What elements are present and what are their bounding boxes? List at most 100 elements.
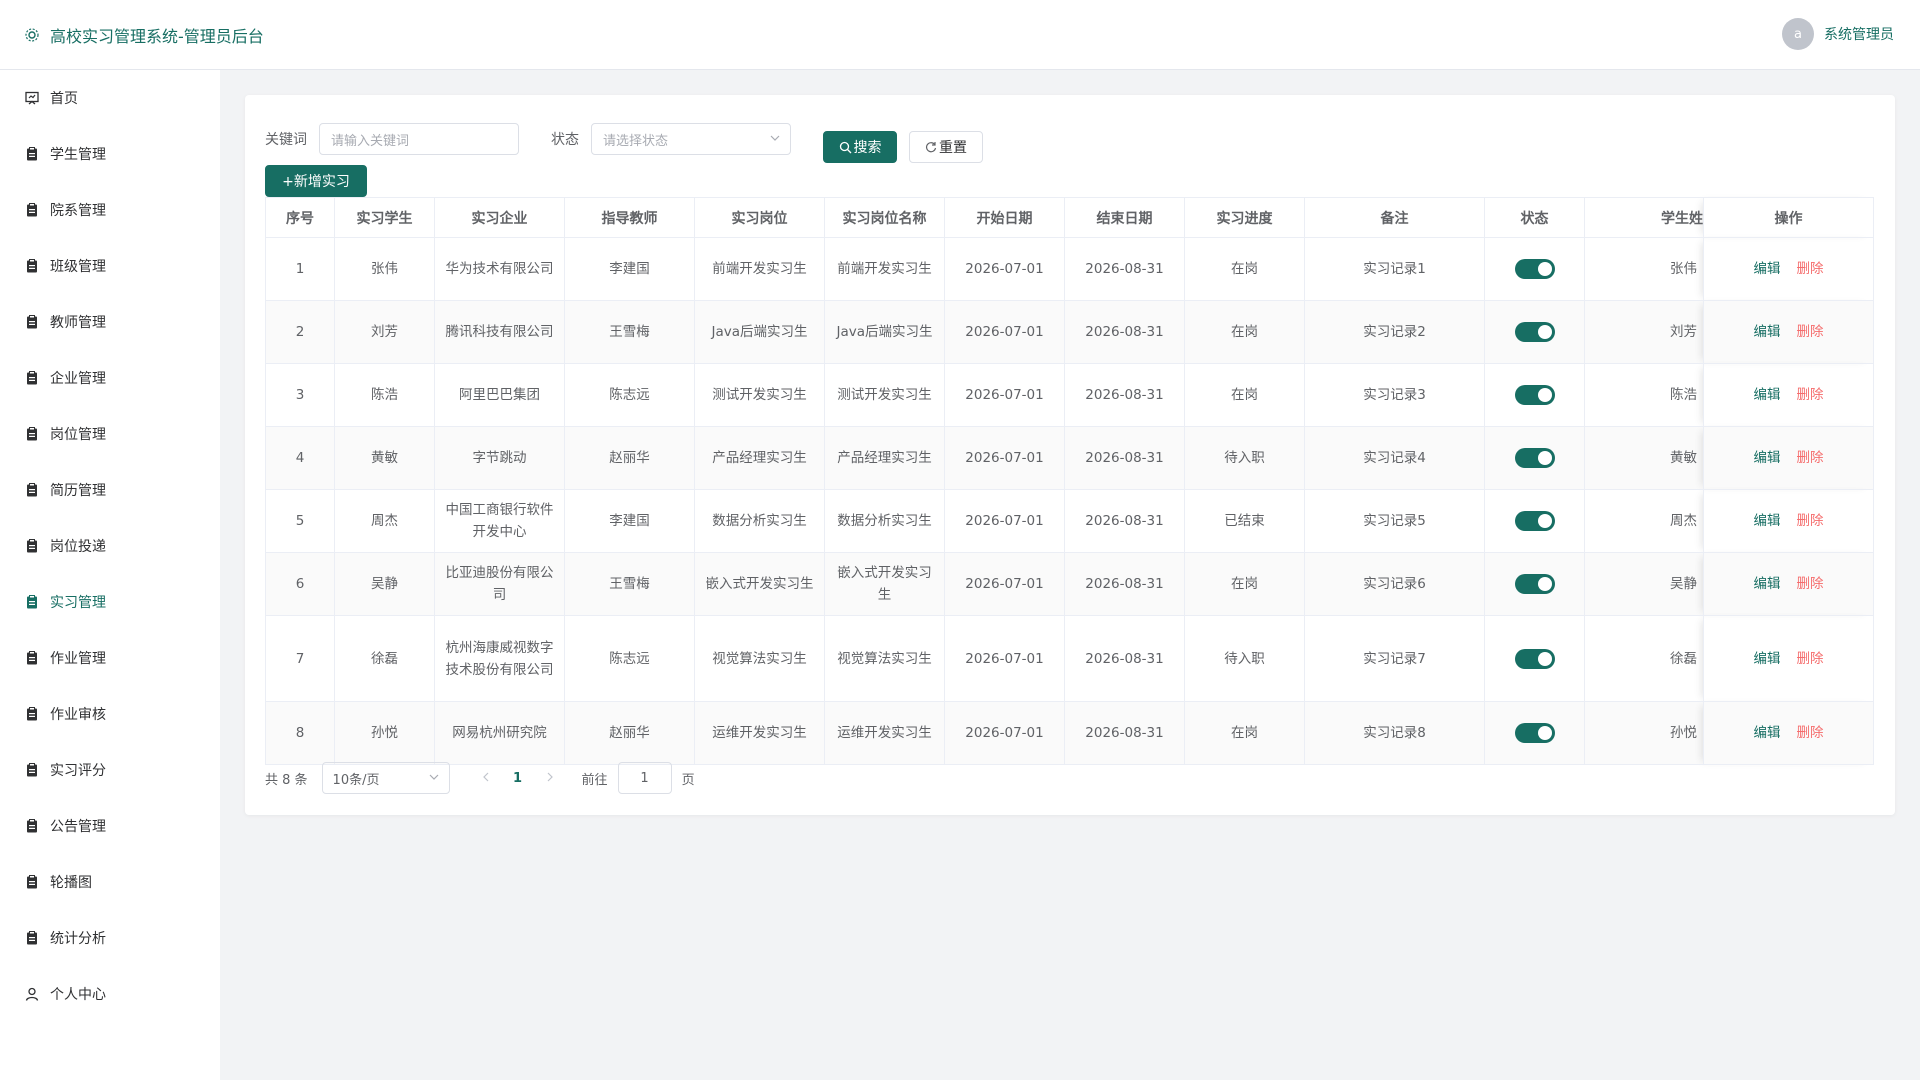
- cell-teacher: 赵丽华: [564, 426, 695, 490]
- main-card: 关键词 请输入关键词 状态 请选择状态 搜索 重置 +新增实习 序号 实习学生 实习…: [245, 95, 1895, 815]
- cell-start: 2026-07-01: [944, 300, 1065, 364]
- status-select-placeholder: 请选择状态: [603, 133, 669, 149]
- sidebar-item[interactable]: 轮播图: [0, 854, 220, 910]
- status-toggle[interactable]: [1514, 723, 1555, 743]
- cell-student-name: 刘芳: [1584, 300, 1704, 364]
- status-toggle[interactable]: [1514, 448, 1555, 468]
- sidebar-item[interactable]: 统计分析: [0, 910, 220, 966]
- status-select[interactable]: 请选择状态: [591, 123, 791, 155]
- cell-end: 2026-08-31: [1064, 615, 1185, 702]
- sidebar-item[interactable]: 学生管理: [0, 126, 220, 182]
- delete-button[interactable]: 删除: [1797, 324, 1824, 340]
- cell-student: 黄敏: [334, 426, 435, 490]
- sidebar-item[interactable]: 实习管理: [0, 574, 220, 630]
- status-toggle[interactable]: [1514, 322, 1555, 342]
- table-row: 8 孙悦 网易杭州研究院 赵丽华 运维开发实习生 运维开发实习生 2026-07-01 202…: [265, 701, 1874, 765]
- clipboard-icon: [24, 706, 40, 722]
- edit-button[interactable]: 编辑: [1754, 651, 1781, 667]
- app-title: 高校实习管理系统-管理员后台: [50, 26, 264, 46]
- cell-no: 2: [265, 300, 335, 364]
- sidebar-item-label: 统计分析: [50, 931, 106, 947]
- delete-button[interactable]: 删除: [1797, 513, 1824, 529]
- page-size-select[interactable]: 10条/页: [321, 762, 450, 794]
- status-toggle[interactable]: [1514, 511, 1555, 531]
- username[interactable]: 系统管理员: [1824, 24, 1894, 44]
- edit-button[interactable]: 编辑: [1754, 261, 1781, 277]
- sidebar-item[interactable]: 简历管理: [0, 462, 220, 518]
- cell-status: [1484, 615, 1585, 702]
- edit-button[interactable]: 编辑: [1754, 387, 1781, 403]
- column-header: 结束日期: [1064, 197, 1185, 238]
- status-toggle[interactable]: [1514, 259, 1555, 279]
- add-internship-button[interactable]: +新增实习: [265, 165, 367, 197]
- cell-no: 7: [265, 615, 335, 702]
- chevron-down-icon: [429, 771, 439, 786]
- edit-button[interactable]: 编辑: [1754, 324, 1781, 340]
- cell-progress: 在岗: [1184, 552, 1305, 616]
- page-number[interactable]: 1: [502, 762, 534, 794]
- delete-button[interactable]: 删除: [1797, 261, 1824, 277]
- sidebar-item[interactable]: 岗位投递: [0, 518, 220, 574]
- cell-position-name: 前端开发实习生: [824, 237, 945, 301]
- sidebar-item[interactable]: 班级管理: [0, 238, 220, 294]
- reset-button[interactable]: 重置: [909, 131, 983, 163]
- prev-page-button[interactable]: [470, 762, 502, 794]
- sidebar-item[interactable]: 作业管理: [0, 630, 220, 686]
- status-toggle[interactable]: [1514, 574, 1555, 594]
- cell-student-name: 黄敏: [1584, 426, 1704, 490]
- brand: 高校实习管理系统-管理员后台: [24, 23, 264, 47]
- cell-progress: 在岗: [1184, 237, 1305, 301]
- edit-button[interactable]: 编辑: [1754, 450, 1781, 466]
- next-page-button[interactable]: [534, 762, 566, 794]
- goto-page-input[interactable]: 1: [617, 762, 672, 794]
- chevron-down-icon: [770, 132, 780, 147]
- sidebar-item[interactable]: 企业管理: [0, 350, 220, 406]
- cell-start: 2026-07-01: [944, 701, 1065, 765]
- edit-button[interactable]: 编辑: [1754, 513, 1781, 529]
- clipboard-icon: [24, 650, 40, 666]
- cell-position: 产品经理实习生: [694, 426, 825, 490]
- sidebar-item[interactable]: 实习评分: [0, 742, 220, 798]
- delete-button[interactable]: 删除: [1797, 576, 1824, 592]
- internship-table: 序号 实习学生 实习企业 指导教师 实习岗位 实习岗位名称 开始日期 结束日期 实习进度 备注 状态…: [265, 197, 1874, 765]
- cell-no: 6: [265, 552, 335, 616]
- status-toggle[interactable]: [1514, 385, 1555, 405]
- delete-button[interactable]: 删除: [1797, 450, 1824, 466]
- keyword-input[interactable]: 请输入关键词: [319, 123, 519, 155]
- sidebar-item[interactable]: 院系管理: [0, 182, 220, 238]
- avatar[interactable]: a: [1782, 18, 1814, 50]
- delete-button[interactable]: 删除: [1797, 725, 1824, 741]
- table-row: 7 徐磊 杭州海康威视数字技术股份有限公司 陈志远 视觉算法实习生 视觉算法实习生 2026…: [265, 615, 1874, 702]
- sidebar-item[interactable]: 首页: [0, 70, 220, 126]
- delete-button[interactable]: 删除: [1797, 387, 1824, 403]
- cell-teacher: 陈志远: [564, 615, 695, 702]
- clipboard-icon: [24, 370, 40, 386]
- user-menu[interactable]: a 系统管理员: [1782, 18, 1894, 50]
- sidebar-item[interactable]: 作业审核: [0, 686, 220, 742]
- cell-end: 2026-08-31: [1064, 426, 1185, 490]
- cell-position: 前端开发实习生: [694, 237, 825, 301]
- sidebar-item[interactable]: 个人中心: [0, 966, 220, 1022]
- cell-status: [1484, 237, 1585, 301]
- cell-student-name: 吴静: [1584, 552, 1704, 616]
- sidebar-item-label: 实习评分: [50, 763, 106, 779]
- status-toggle[interactable]: [1514, 648, 1555, 669]
- cell-company: 腾讯科技有限公司: [434, 300, 565, 364]
- clipboard-icon: [24, 258, 40, 274]
- search-button[interactable]: 搜索: [823, 131, 897, 163]
- sidebar-item[interactable]: 教师管理: [0, 294, 220, 350]
- delete-button[interactable]: 删除: [1797, 651, 1824, 667]
- edit-button[interactable]: 编辑: [1754, 576, 1781, 592]
- cell-status: [1484, 701, 1585, 765]
- sidebar-item[interactable]: 岗位管理: [0, 406, 220, 462]
- edit-button[interactable]: 编辑: [1754, 725, 1781, 741]
- status-label: 状态: [551, 132, 579, 148]
- cell-actions: 编辑 删除: [1703, 489, 1874, 553]
- cell-start: 2026-07-01: [944, 615, 1065, 702]
- sidebar-item[interactable]: 公告管理: [0, 798, 220, 854]
- settings-icon: [24, 27, 40, 43]
- sidebar-item-label: 企业管理: [50, 371, 106, 387]
- total-count: 共 8 条: [265, 772, 308, 788]
- cell-student-name: 周杰: [1584, 489, 1704, 553]
- cell-teacher: 陈志远: [564, 363, 695, 427]
